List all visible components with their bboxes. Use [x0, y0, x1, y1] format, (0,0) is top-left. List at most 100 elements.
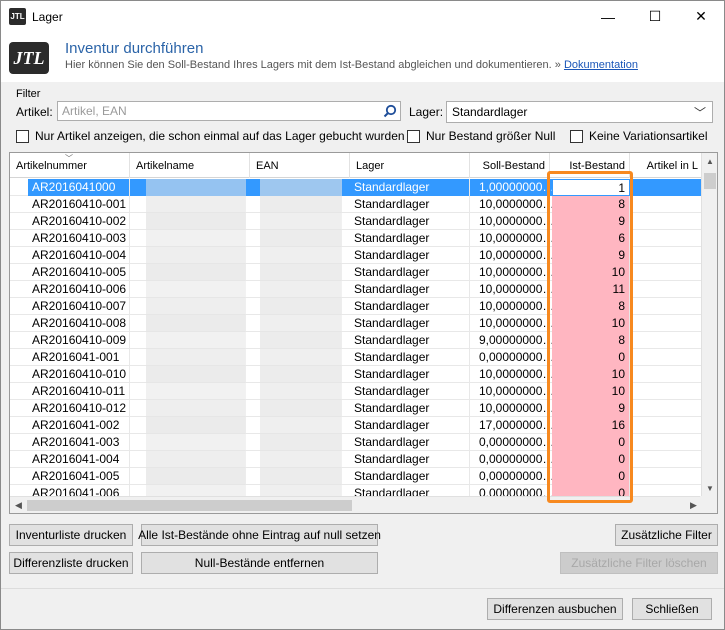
cell-soll-bestand[interactable]: 10,0000000… — [475, 264, 555, 281]
cell-artikelname-redacted[interactable] — [146, 298, 246, 315]
cell-lager[interactable]: Standardlager — [350, 264, 470, 281]
cell-ist-bestand[interactable]: 8 — [552, 298, 630, 315]
cell-artikelnummer[interactable]: AR20160410-004 — [10, 247, 130, 264]
column-header-ean[interactable]: EAN — [250, 153, 350, 178]
cell-artikel-in-lager[interactable] — [630, 264, 702, 281]
table-row[interactable]: AR20160410-002 Standardlager 10,0000000… 9 — [10, 213, 702, 230]
cell-artikel-in-lager[interactable] — [630, 417, 702, 434]
cell-lager[interactable]: Standardlager — [350, 434, 470, 451]
cell-ean-redacted[interactable] — [260, 247, 342, 264]
checkbox-box[interactable] — [570, 129, 583, 143]
cell-soll-bestand[interactable]: 0,00000000… — [475, 434, 555, 451]
table-row[interactable]: AR20160410-004 Standardlager 10,0000000… 9 — [10, 247, 702, 264]
cell-artikelnummer[interactable]: AR20160410-008 — [10, 315, 130, 332]
cell-artikel-in-lager[interactable] — [630, 366, 702, 383]
cell-artikelname-redacted[interactable] — [146, 264, 246, 281]
cell-artikelnummer[interactable]: AR2016041-004 — [10, 451, 130, 468]
cell-ean-redacted[interactable] — [260, 196, 342, 213]
cell-lager[interactable]: Standardlager — [350, 366, 470, 383]
cell-ean-redacted[interactable] — [260, 349, 342, 366]
cell-artikel-in-lager[interactable] — [630, 383, 702, 400]
cell-ist-bestand[interactable]: 9 — [552, 247, 630, 264]
cell-ean-redacted[interactable] — [260, 213, 342, 230]
table-row[interactable]: AR20160410-005 Standardlager 10,0000000… 10 — [10, 264, 702, 281]
cell-soll-bestand[interactable]: 9,00000000… — [475, 332, 555, 349]
cell-artikel-in-lager[interactable] — [630, 196, 702, 213]
cell-artikelname-redacted[interactable] — [146, 213, 246, 230]
cell-artikelname-redacted[interactable] — [146, 383, 246, 400]
cell-lager[interactable]: Standardlager — [350, 332, 470, 349]
cell-ean-redacted[interactable] — [260, 298, 342, 315]
cell-ean-redacted[interactable] — [260, 400, 342, 417]
cell-lager[interactable]: Standardlager — [350, 281, 470, 298]
cell-artikelname-redacted[interactable] — [146, 434, 246, 451]
cell-ean-redacted[interactable] — [260, 434, 342, 451]
cell-artikelnummer[interactable]: AR20160410-007 — [10, 298, 130, 315]
cell-soll-bestand[interactable]: 10,0000000… — [475, 315, 555, 332]
close-dialog-button[interactable]: Schließen — [632, 598, 712, 620]
cell-ean-redacted[interactable] — [260, 332, 342, 349]
column-header-soll-bestand[interactable]: Soll-Bestand — [470, 153, 550, 178]
cell-ist-bestand[interactable]: 16 — [552, 417, 630, 434]
cell-soll-bestand[interactable]: 1,00000000… — [475, 179, 555, 196]
cell-artikelnummer[interactable]: AR20160410-003 — [10, 230, 130, 247]
cell-soll-bestand[interactable]: 0,00000000… — [475, 349, 555, 366]
cell-lager[interactable]: Standardlager — [350, 468, 470, 485]
cell-ist-bestand[interactable]: 9 — [552, 400, 630, 417]
cell-lager[interactable]: Standardlager — [350, 196, 470, 213]
cell-artikel-in-lager[interactable] — [630, 332, 702, 349]
cell-soll-bestand[interactable]: 10,0000000… — [475, 366, 555, 383]
cell-ist-bestand[interactable]: 10 — [552, 315, 630, 332]
cell-ist-bestand[interactable]: 9 — [552, 213, 630, 230]
table-row[interactable]: AR20160410-007 Standardlager 10,0000000… 8 — [10, 298, 702, 315]
cell-lager[interactable]: Standardlager — [350, 179, 470, 196]
cell-artikelnummer[interactable]: AR20160410-005 — [10, 264, 130, 281]
column-header-ist-bestand[interactable]: Ist-Bestand — [550, 153, 630, 178]
book-differences-button[interactable]: Differenzen ausbuchen — [487, 598, 623, 620]
cell-artikel-in-lager[interactable] — [630, 400, 702, 417]
horizontal-scrollbar[interactable]: ◀ ▶ — [10, 496, 702, 513]
cell-ist-bestand[interactable]: 8 — [552, 196, 630, 213]
cell-artikelnummer[interactable]: AR2016041-001 — [10, 349, 130, 366]
cell-ean-redacted[interactable] — [260, 264, 342, 281]
cell-lager[interactable]: Standardlager — [350, 213, 470, 230]
cell-artikel-in-lager[interactable] — [630, 230, 702, 247]
table-row[interactable]: AR2016041-002 Standardlager 17,0000000… 16 — [10, 417, 702, 434]
cell-artikel-in-lager[interactable] — [630, 179, 702, 196]
cell-lager[interactable]: Standardlager — [350, 383, 470, 400]
table-row[interactable]: AR2016041-004 Standardlager 0,00000000… 0 — [10, 451, 702, 468]
additional-filter-button[interactable]: Zusätzliche Filter — [615, 524, 718, 546]
table-row[interactable]: AR2016041000 Standardlager 1,00000000… 1 — [10, 179, 702, 196]
cell-soll-bestand[interactable]: 10,0000000… — [475, 281, 555, 298]
cell-ean-redacted[interactable] — [260, 315, 342, 332]
cell-soll-bestand[interactable]: 0,00000000… — [475, 468, 555, 485]
cell-artikelname-redacted[interactable] — [146, 417, 246, 434]
cell-ean-redacted[interactable] — [260, 451, 342, 468]
cell-artikelname-redacted[interactable] — [146, 315, 246, 332]
cell-ist-bestand[interactable]: 11 — [552, 281, 630, 298]
cell-ist-bestand[interactable]: 8 — [552, 332, 630, 349]
cell-artikelnummer[interactable]: AR20160410-006 — [10, 281, 130, 298]
cell-ist-bestand[interactable]: 10 — [552, 366, 630, 383]
cell-soll-bestand[interactable]: 10,0000000… — [475, 298, 555, 315]
table-row[interactable]: AR20160410-006 Standardlager 10,0000000… 11 — [10, 281, 702, 298]
table-row[interactable]: AR2016041-003 Standardlager 0,00000000… 0 — [10, 434, 702, 451]
cell-artikelname-redacted[interactable] — [146, 349, 246, 366]
remove-null-button[interactable]: Null-Bestände entfernen — [141, 552, 378, 574]
cell-artikelnummer[interactable]: AR2016041-003 — [10, 434, 130, 451]
cell-artikelnummer[interactable]: AR20160410-010 — [10, 366, 130, 383]
vertical-scroll-thumb[interactable] — [704, 173, 716, 189]
search-input[interactable] — [58, 102, 378, 120]
print-inventory-button[interactable]: Inventurliste drucken — [9, 524, 133, 546]
scroll-left-icon[interactable]: ◀ — [10, 497, 27, 513]
cell-ean-redacted[interactable] — [260, 281, 342, 298]
cell-ean-redacted[interactable] — [260, 468, 342, 485]
lager-select[interactable]: Standardlager ﹀ — [446, 101, 713, 123]
cell-lager[interactable]: Standardlager — [350, 451, 470, 468]
cell-ist-bestand[interactable]: 6 — [552, 230, 630, 247]
column-header-artikel-in-lager[interactable]: Artikel in L — [630, 153, 702, 178]
cell-soll-bestand[interactable]: 10,0000000… — [475, 383, 555, 400]
search-field[interactable] — [57, 101, 401, 121]
minimize-button[interactable]: — — [585, 1, 631, 32]
cell-lager[interactable]: Standardlager — [350, 400, 470, 417]
